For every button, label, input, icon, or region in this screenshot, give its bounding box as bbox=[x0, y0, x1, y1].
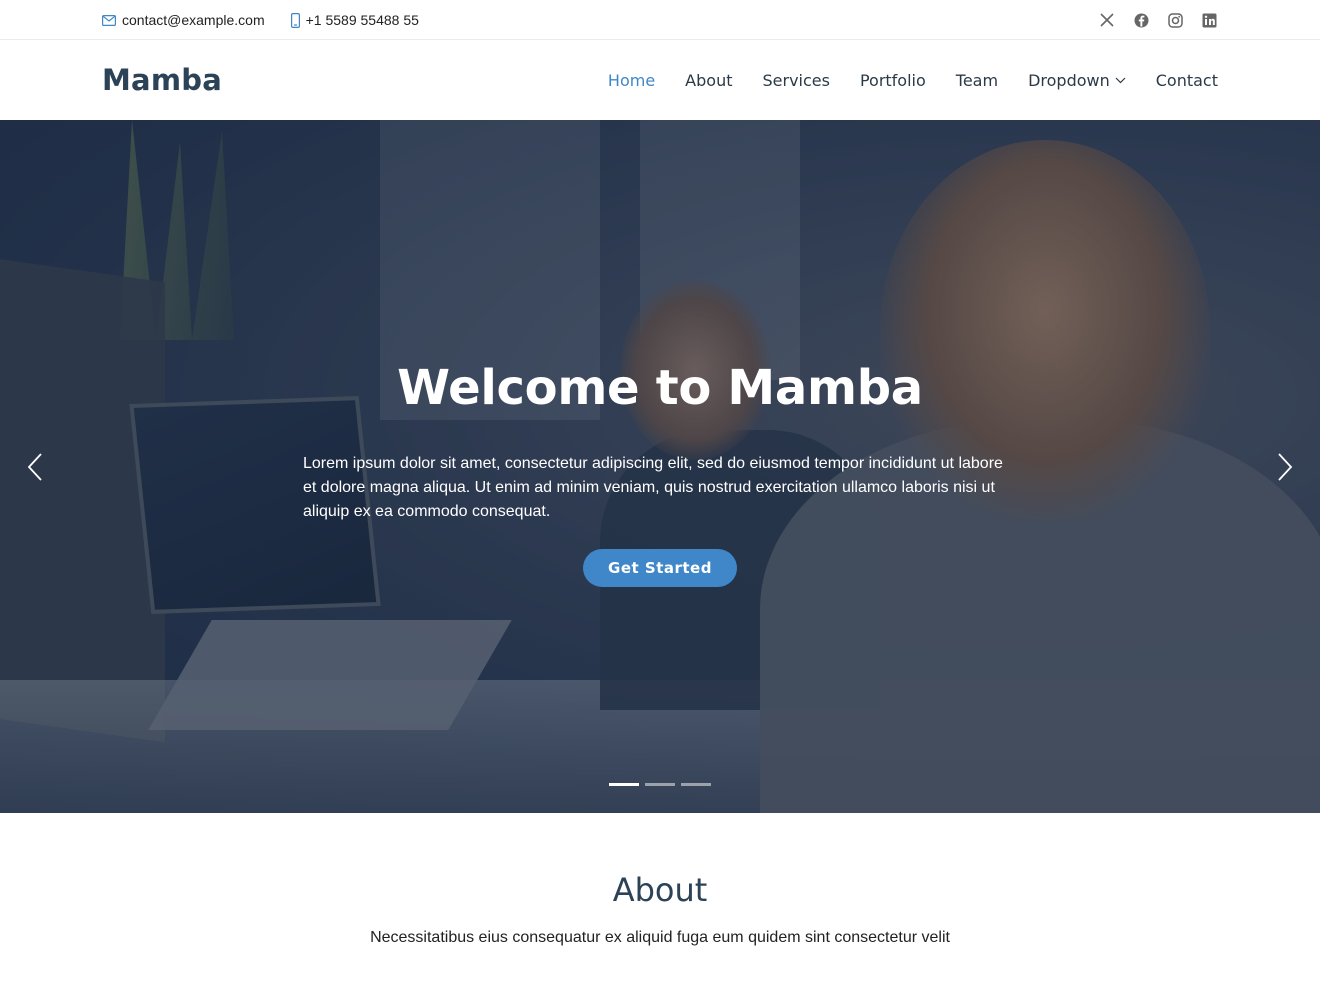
main-nav: Home About Services Portfolio Team Dropd… bbox=[578, 71, 1218, 90]
about-section: About Necessitatibus eius consequatur ex… bbox=[0, 813, 1320, 990]
get-started-button[interactable]: Get Started bbox=[583, 549, 737, 587]
social-links bbox=[1082, 11, 1218, 29]
nav-home[interactable]: Home bbox=[608, 71, 655, 90]
section-title: About bbox=[612, 871, 708, 909]
chevron-left-icon bbox=[27, 453, 42, 481]
nav-contact[interactable]: Contact bbox=[1156, 71, 1218, 90]
section-subtitle: Necessitatibus eius consequatur ex aliqu… bbox=[370, 929, 950, 946]
nav-services[interactable]: Services bbox=[762, 71, 829, 90]
phone-icon bbox=[290, 12, 300, 28]
hero-text: Lorem ipsum dolor sit amet, consectetur … bbox=[303, 455, 1003, 520]
carousel-indicator-1[interactable] bbox=[609, 783, 639, 786]
carousel-indicator-2[interactable] bbox=[645, 783, 675, 786]
carousel-next-button[interactable] bbox=[1270, 450, 1300, 484]
carousel-indicators bbox=[609, 783, 717, 786]
email-link[interactable]: contact@example.com bbox=[102, 12, 265, 28]
chevron-down-icon bbox=[1115, 77, 1126, 83]
facebook-icon[interactable] bbox=[1132, 11, 1150, 29]
hero-carousel: Welcome to Mamba Lorem ipsum dolor sit a… bbox=[0, 120, 1320, 813]
contact-info: contact@example.com +1 5589 55488 55 bbox=[102, 12, 445, 28]
hero-title: Welcome to Mamba bbox=[397, 360, 923, 416]
instagram-icon[interactable] bbox=[1166, 11, 1184, 29]
phone-text: +1 5589 55488 55 bbox=[305, 12, 419, 28]
nav-portfolio[interactable]: Portfolio bbox=[860, 71, 926, 90]
nav-dropdown-label: Dropdown bbox=[1028, 70, 1110, 90]
x-icon[interactable] bbox=[1098, 11, 1116, 29]
carousel-prev-button[interactable] bbox=[20, 450, 50, 484]
topbar: contact@example.com +1 5589 55488 55 bbox=[0, 0, 1320, 40]
nav-team[interactable]: Team bbox=[956, 71, 998, 90]
envelope-icon bbox=[102, 14, 116, 26]
hero-content: Welcome to Mamba Lorem ipsum dolor sit a… bbox=[0, 120, 1320, 813]
logo[interactable]: Mamba bbox=[102, 63, 222, 97]
linkedin-icon[interactable] bbox=[1200, 11, 1218, 29]
carousel-indicator-3[interactable] bbox=[681, 783, 711, 786]
nav-dropdown[interactable]: Dropdown bbox=[1028, 71, 1126, 90]
phone-link[interactable]: +1 5589 55488 55 bbox=[290, 12, 419, 28]
nav-about[interactable]: About bbox=[685, 71, 732, 90]
email-text: contact@example.com bbox=[122, 12, 265, 28]
chevron-right-icon bbox=[1278, 453, 1293, 481]
site-header: Mamba Home About Services Portfolio Team… bbox=[0, 40, 1320, 120]
